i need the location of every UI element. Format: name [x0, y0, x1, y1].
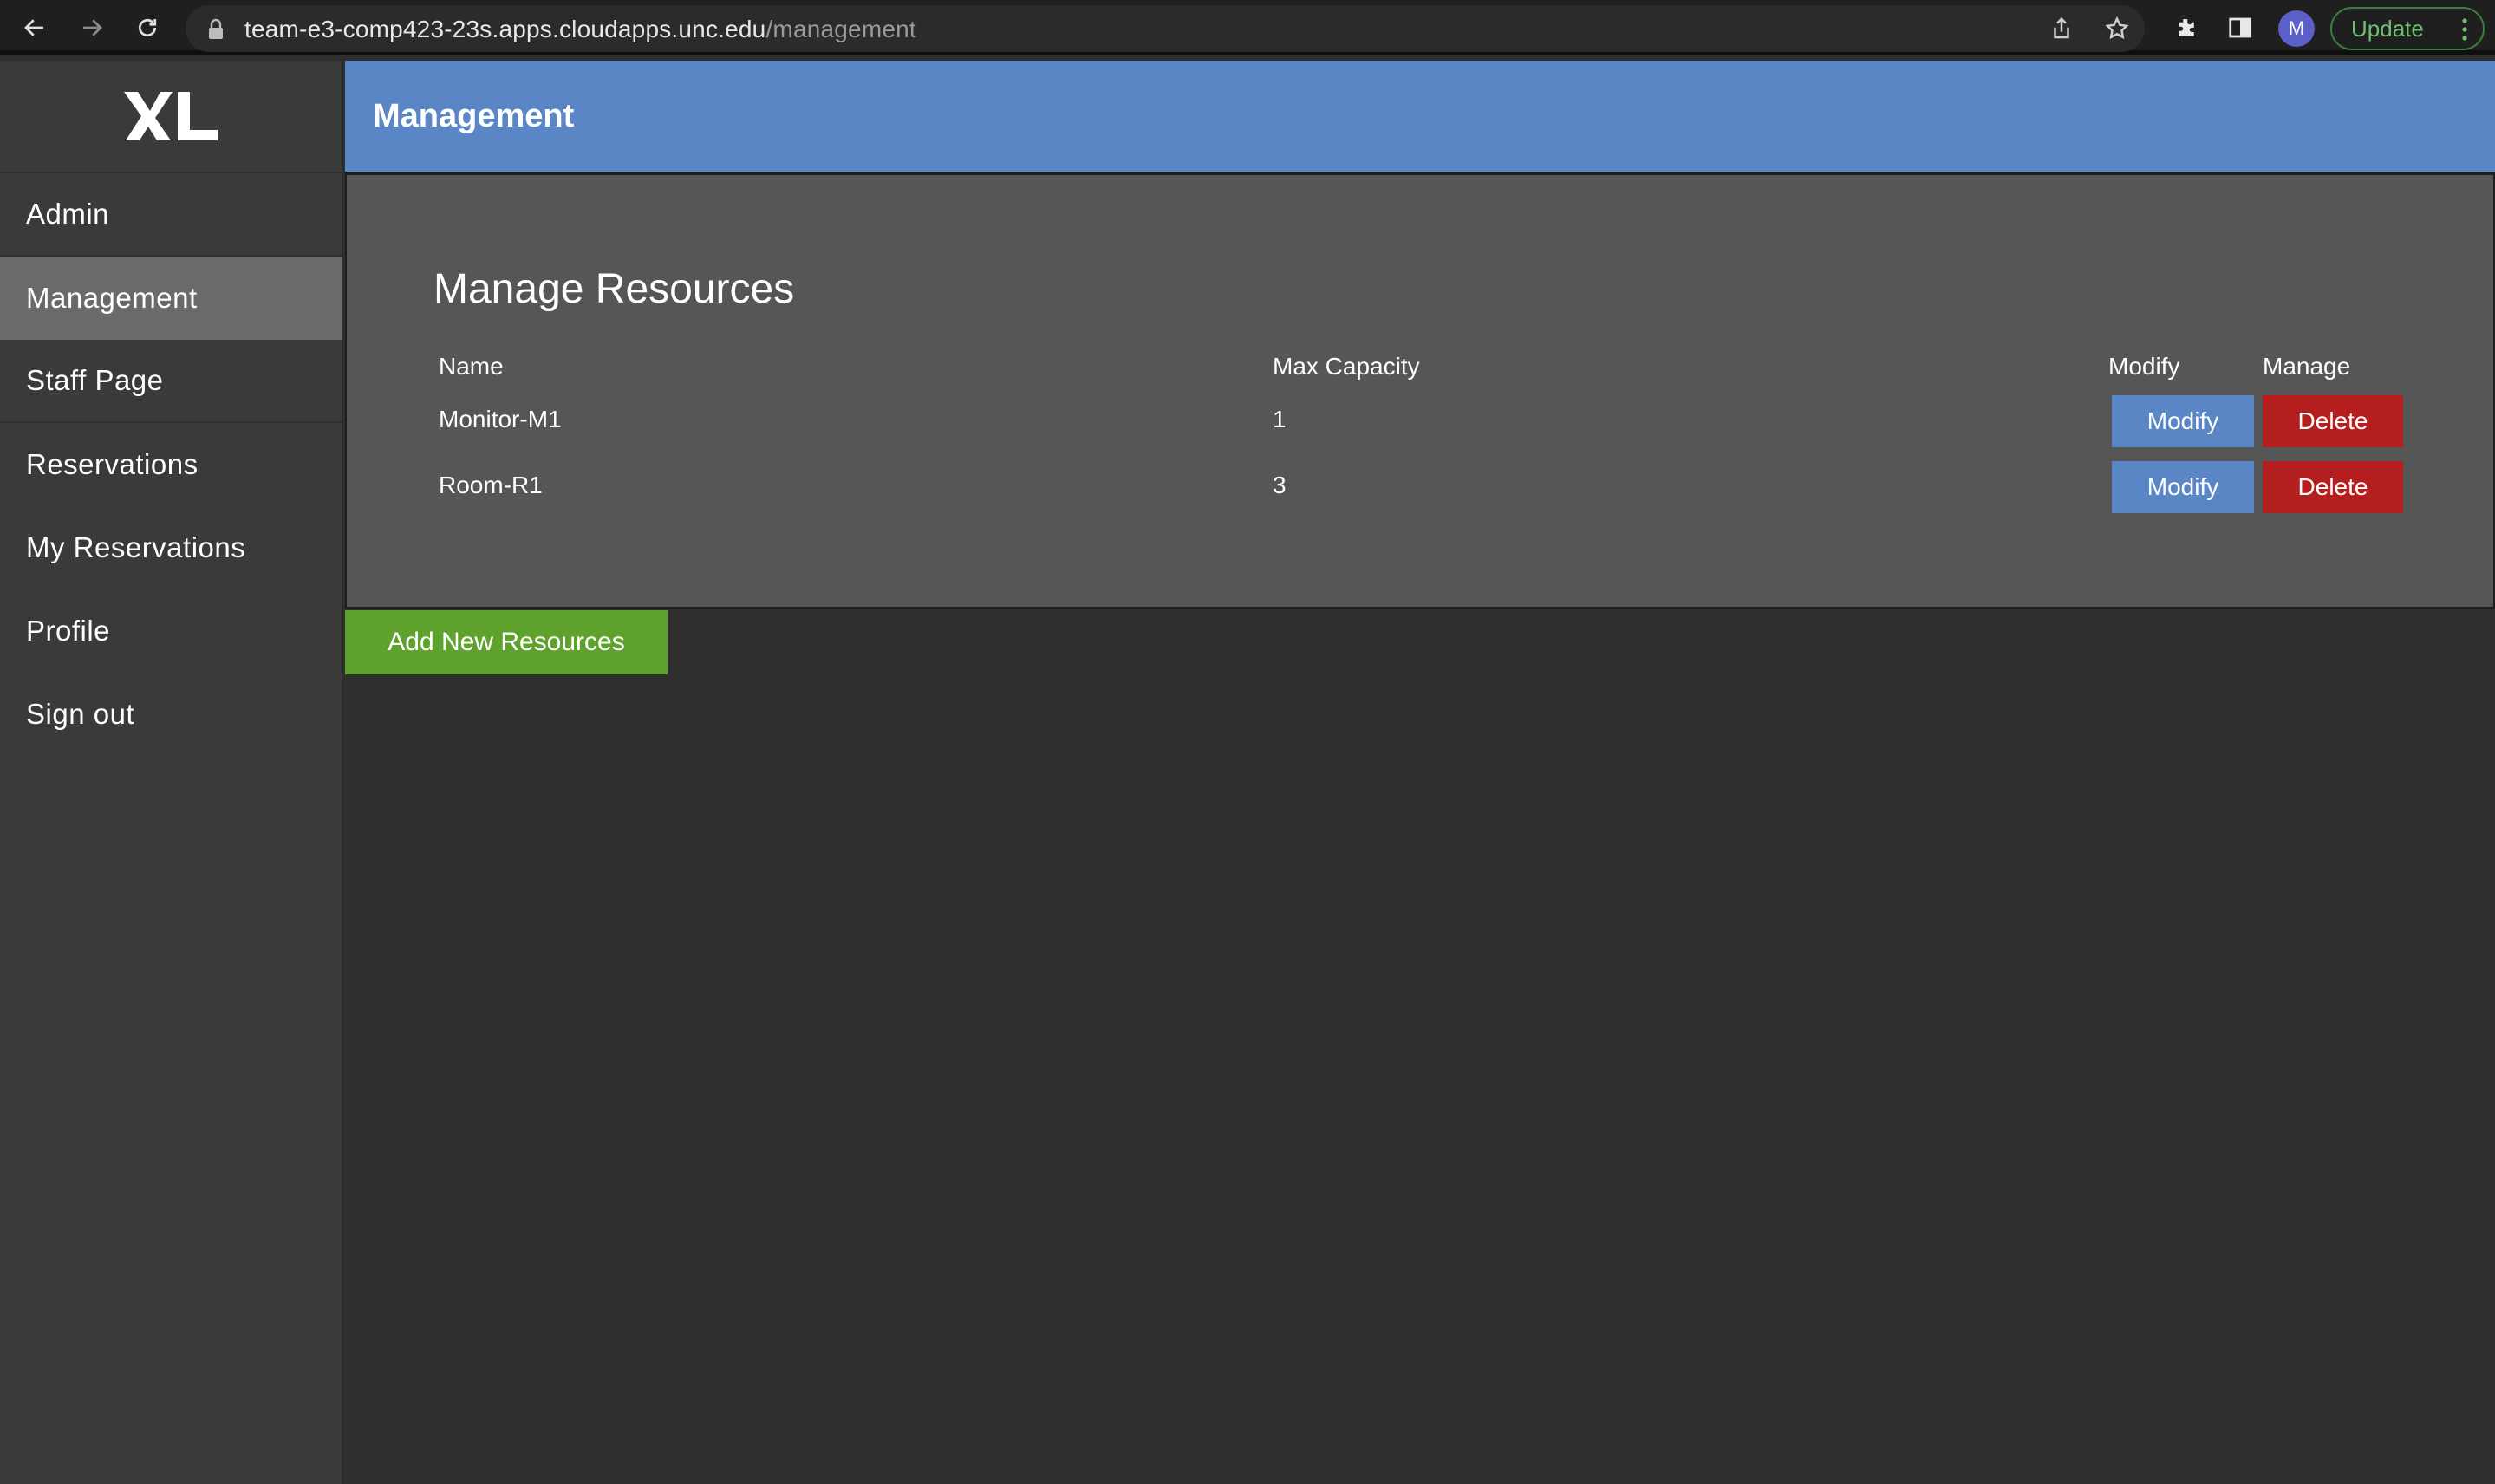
profile-avatar[interactable]: M [2278, 10, 2315, 47]
resource-max-capacity: 3 [1273, 472, 1287, 498]
page-title: Management [373, 97, 575, 134]
sidebar-item-reservations[interactable]: Reservations [0, 423, 342, 506]
sidebar-item-admin[interactable]: Admin [0, 173, 342, 257]
sidebar-item-label: Sign out [26, 698, 135, 730]
extensions-puzzle-icon[interactable] [2171, 12, 2202, 43]
sidebar-item-label: Profile [26, 615, 111, 647]
address-bar[interactable]: team-e3-comp423-23s.apps.cloudapps.unc.e… [186, 5, 2145, 52]
column-header-name: Name [439, 353, 504, 380]
delete-button[interactable]: Delete [2263, 395, 2403, 447]
sidebar-item-label: My Reservations [26, 531, 246, 563]
update-label: Update [2351, 15, 2424, 42]
lock-icon [209, 18, 223, 39]
sidebar-item-management[interactable]: Management [0, 257, 342, 340]
update-button[interactable]: Update [2330, 7, 2485, 50]
reload-icon[interactable] [132, 12, 163, 43]
sidebar-item-staff-page[interactable]: Staff Page [0, 340, 342, 423]
forward-arrow-icon[interactable] [76, 12, 107, 43]
resource-max-capacity: 1 [1273, 406, 1287, 433]
share-icon[interactable] [2046, 13, 2077, 44]
star-icon[interactable] [2101, 13, 2133, 44]
xl-logo-icon [124, 92, 218, 140]
sidebar-item-sign-out[interactable]: Sign out [0, 673, 342, 756]
sidebar-item-label: Admin [26, 198, 110, 230]
delete-button[interactable]: Delete [2263, 461, 2403, 513]
sidebar-item-label: Management [26, 282, 198, 314]
column-header-modify: Modify [2108, 353, 2180, 380]
resource-name: Room-R1 [439, 472, 543, 498]
page-header: Management [345, 61, 2495, 173]
back-arrow-icon[interactable] [19, 12, 50, 43]
sidebar-item-profile[interactable]: Profile [0, 589, 342, 673]
section-title: Manage Resources [433, 266, 795, 312]
browser-toolbar: team-e3-comp423-23s.apps.cloudapps.unc.e… [0, 0, 2495, 55]
more-vert-icon [2462, 18, 2467, 41]
sidebar: Admin Management Staff Page Reservations… [0, 61, 343, 1484]
logo[interactable] [0, 61, 342, 173]
manage-resources-card: Manage Resources Name Max Capacity Modif… [345, 173, 2495, 609]
modify-button[interactable]: Modify [2112, 395, 2254, 447]
column-header-manage: Manage [2263, 353, 2351, 380]
add-new-resources-button[interactable]: Add New Resources [345, 610, 668, 674]
modify-button[interactable]: Modify [2112, 461, 2254, 513]
sidebar-item-label: Staff Page [26, 364, 164, 396]
column-header-max-capacity: Max Capacity [1273, 353, 1420, 380]
resource-name: Monitor-M1 [439, 406, 562, 433]
sidebar-item-label: Reservations [26, 448, 199, 480]
url-text: team-e3-comp423-23s.apps.cloudapps.unc.e… [244, 16, 916, 42]
side-panel-icon[interactable] [2225, 12, 2256, 43]
sidebar-item-my-reservations[interactable]: My Reservations [0, 506, 342, 589]
